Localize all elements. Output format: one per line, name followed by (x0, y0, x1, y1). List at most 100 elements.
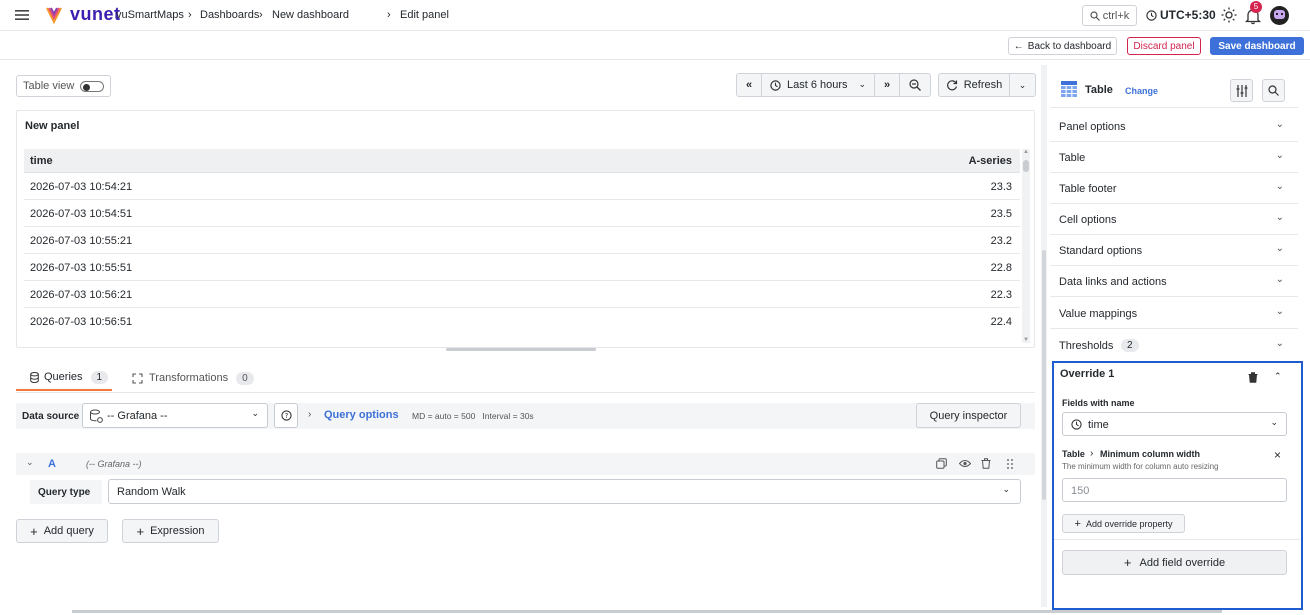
scroll-down-arrow[interactable]: ▼ (1023, 337, 1029, 343)
timezone-button[interactable]: UTC+5:30 (1160, 8, 1216, 22)
breadcrumb-new-dashboard[interactable]: New dashboard (272, 9, 349, 21)
scrollbar-thumb[interactable] (1023, 160, 1029, 172)
plus-icon: + (136, 523, 145, 539)
chevron-down-icon: ⌄ (1275, 181, 1284, 192)
options-filter-button[interactable] (1230, 79, 1253, 102)
tab-queries[interactable]: Queries 1 (16, 365, 112, 391)
remove-property-icon[interactable]: × (1274, 448, 1281, 462)
database-icon (30, 371, 39, 383)
expression-label: Expression (150, 525, 205, 537)
add-override-property-button[interactable]: + Add override property (1062, 514, 1185, 533)
query-type-label-box: Query type (30, 480, 102, 504)
section-panel-options[interactable]: Panel options ⌄ (1050, 111, 1298, 142)
discard-panel-button[interactable]: Discard panel (1127, 37, 1201, 55)
viz-change-link[interactable]: Change (1125, 86, 1158, 96)
chevron-down-icon: ⌄ (858, 79, 866, 89)
section-thresholds[interactable]: Thresholds 2 ⌄ (1050, 330, 1298, 361)
breadcrumb-separator: › (259, 9, 263, 21)
tab-transformations-count: 0 (236, 371, 254, 385)
section-table[interactable]: Table ⌄ (1050, 142, 1298, 173)
chevron-right-icon[interactable]: › (308, 409, 311, 420)
avatar[interactable] (1270, 6, 1289, 25)
query-ref-id[interactable]: A (48, 458, 56, 470)
section-table-footer[interactable]: Table footer ⌄ (1050, 173, 1298, 204)
breadcrumb-separator: › (387, 9, 391, 21)
tab-transformations[interactable]: Transformations 0 (132, 365, 262, 391)
override-divider (1054, 539, 1300, 540)
section-label: Thresholds (1059, 340, 1114, 352)
chevron-down-icon: ⌄ (1018, 79, 1027, 90)
scroll-up-arrow[interactable]: ▲ (1023, 149, 1029, 155)
zoom-out-button[interactable] (899, 73, 931, 97)
min-column-width-input[interactable]: 150 (1062, 478, 1287, 502)
save-dashboard-button[interactable]: Save dashboard (1210, 37, 1304, 55)
property-path-a: Table (1062, 449, 1085, 459)
column-header-a-series[interactable]: A-series (969, 155, 1012, 167)
eye-icon[interactable] (959, 459, 971, 468)
query-options-toggle[interactable]: Query options (324, 409, 399, 421)
duplicate-icon[interactable] (936, 458, 947, 469)
trash-icon[interactable] (1248, 372, 1258, 383)
editor-scrollbar-thumb[interactable] (1042, 250, 1046, 500)
column-header-time[interactable]: time (30, 155, 53, 167)
menu-icon[interactable] (14, 8, 30, 22)
table-row: 2026-07-03 10:55:51 22.8 (24, 255, 1020, 281)
cell-value: 23.3 (990, 181, 1012, 193)
query-type-select[interactable]: Random Walk ⌄ (108, 479, 1021, 504)
time-range-picker[interactable]: Last 6 hours ⌄ (761, 73, 875, 97)
breadcrumb-vusmartmaps[interactable]: vuSmartMaps (116, 9, 184, 21)
search-button[interactable]: ctrl+k (1082, 5, 1137, 26)
breadcrumb-dashboards[interactable]: Dashboards (200, 9, 259, 21)
search-hint: ctrl+k (1102, 9, 1130, 22)
table-scrollbar[interactable]: ▲ ▼ (1022, 149, 1030, 343)
chevron-down-icon: ⌄ (1275, 338, 1284, 349)
chevron-up-icon[interactable]: ⌃ (1274, 371, 1282, 382)
section-value-mappings[interactable]: Value mappings ⌄ (1050, 298, 1298, 329)
query-options-row: Data source -- Grafana -- ⌄ ? › Query op… (16, 403, 1035, 429)
chevron-down-icon: ⌄ (1270, 417, 1278, 427)
datasource-select[interactable]: -- Grafana -- ⌄ (82, 403, 268, 428)
pane-resize-handle[interactable] (446, 348, 596, 351)
section-data-links[interactable]: Data links and actions ⌄ (1050, 266, 1298, 297)
time-shift-back-button[interactable]: « (736, 73, 762, 97)
editor-scrollbar[interactable] (1041, 65, 1047, 607)
table-row: 2026-07-03 10:54:21 23.3 (24, 174, 1020, 200)
theme-sun-icon[interactable] (1221, 7, 1237, 23)
datasource-help-button[interactable]: ? (274, 403, 298, 428)
time-shift-forward-button[interactable]: » (874, 73, 900, 97)
tab-transformations-label: Transformations (149, 372, 229, 384)
horizontal-scrollbar[interactable] (72, 610, 1222, 613)
table-row: 2026-07-03 10:56:21 22.3 (24, 282, 1020, 308)
options-search-button[interactable] (1262, 79, 1285, 102)
property-description: The minimum width for column auto resizi… (1062, 462, 1219, 471)
add-query-button[interactable]: + Add query (16, 519, 108, 543)
add-field-override-label: Add field override (1139, 556, 1226, 569)
refresh-button[interactable]: Refresh (938, 73, 1010, 97)
clock-icon (1146, 10, 1157, 21)
field-matcher-select[interactable]: time ⌄ (1062, 412, 1287, 436)
query-a-header[interactable]: ⌄ A (-- Grafana --) (16, 453, 1035, 475)
chevron-down-icon[interactable]: ⌄ (26, 457, 34, 468)
table-view-toggle[interactable]: Table view (16, 75, 111, 97)
drag-handle-icon[interactable] (1006, 458, 1014, 470)
time-range-label: Last 6 hours (787, 79, 848, 91)
plus-icon: + (30, 523, 38, 539)
cell-value: 22.3 (990, 289, 1012, 301)
section-cell-options[interactable]: Cell options ⌄ (1050, 204, 1298, 235)
section-label: Table footer (1059, 183, 1117, 195)
matcher-label: Fields with name (1062, 398, 1135, 408)
back-to-dashboard-button[interactable]: ← Back to dashboard (1008, 37, 1117, 55)
query-inspector-button[interactable]: Query inspector (916, 403, 1021, 428)
arrow-left-icon: ← (1013, 40, 1024, 52)
trash-icon[interactable] (981, 458, 991, 469)
add-field-override-button[interactable]: + Add field override (1062, 550, 1287, 575)
cell-value: 22.4 (990, 316, 1012, 328)
refresh-interval-dropdown[interactable]: ⌄ (1009, 73, 1036, 97)
svg-text:?: ? (284, 412, 288, 420)
min-column-width-placeholder: 150 (1071, 485, 1090, 497)
matcher-value: time (1088, 419, 1109, 431)
override-title[interactable]: Override 1 (1060, 368, 1114, 380)
section-standard-options[interactable]: Standard options ⌄ (1050, 235, 1298, 266)
toggle-switch[interactable] (80, 81, 104, 92)
add-expression-button[interactable]: + Expression (122, 519, 219, 543)
